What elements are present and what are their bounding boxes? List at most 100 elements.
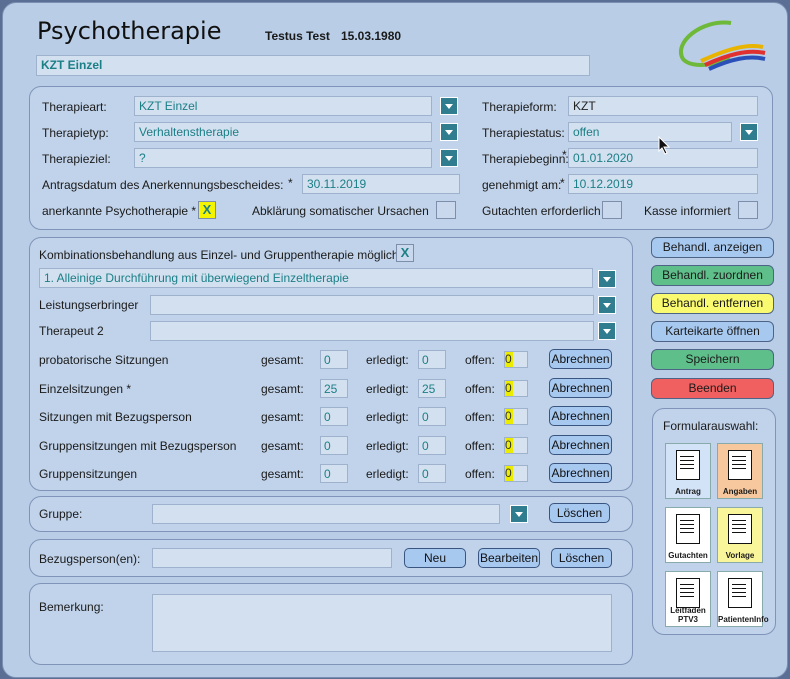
offen-label: offen: — [465, 467, 495, 481]
bemerkung-textarea[interactable] — [152, 594, 612, 652]
offen-field: 0 — [504, 379, 528, 397]
bezugsperson-label: Bezugsperson(en): — [39, 552, 141, 566]
therapietyp-select[interactable]: Verhaltenstherapie — [134, 122, 432, 142]
abklaerung-checkbox[interactable] — [436, 201, 456, 219]
gesamt-label: gesamt: — [261, 353, 304, 367]
bezug-loeschen-button[interactable]: Löschen — [551, 548, 612, 568]
gesamt-field[interactable]: 0 — [320, 435, 348, 455]
abrechnen-button[interactable]: Abrechnen — [549, 349, 612, 369]
gesamt-field[interactable]: 0 — [320, 464, 348, 483]
erledigt-field[interactable]: 25 — [418, 378, 446, 398]
chevron-down-icon[interactable] — [598, 296, 616, 314]
offen-field: 0 — [504, 408, 528, 425]
gruppe-loeschen-button[interactable]: Löschen — [549, 503, 610, 523]
speichern-button[interactable]: Speichern — [651, 349, 774, 370]
formular-title: Formularauswahl: — [663, 419, 759, 433]
form-antrag-icon[interactable]: Antrag — [665, 443, 711, 499]
offen-value: 0 — [505, 380, 513, 396]
antragsdatum-field[interactable]: 30.11.2019 — [302, 174, 460, 194]
form-label: Angaben — [722, 487, 758, 496]
erledigt-label: erledigt: — [366, 381, 409, 396]
beenden-button[interactable]: Beenden — [651, 378, 774, 399]
gesamt-field[interactable]: 25 — [320, 378, 348, 398]
offen-field: 0 — [504, 465, 528, 482]
offen-value: 0 — [505, 409, 513, 424]
patient-name: Testus Test — [265, 29, 330, 43]
behandl-zuordnen-button[interactable]: Behandl. zuordnen — [651, 265, 774, 286]
therapeut2-select[interactable] — [150, 321, 594, 341]
erledigt-field[interactable]: 0 — [418, 464, 446, 483]
offen-value: 0 — [505, 352, 513, 367]
sessions-panel: Kombinationsbehandlung aus Einzel- und G… — [29, 237, 633, 491]
kombi-select[interactable]: 1. Alleinige Durchführung mit überwiegen… — [39, 268, 593, 288]
abrechnen-button[interactable]: Abrechnen — [549, 434, 612, 455]
leistungserbringer-label: Leistungserbringer — [39, 298, 139, 312]
gesamt-label: gesamt: — [261, 467, 304, 481]
karteikarte-button[interactable]: Karteikarte öffnen — [651, 321, 774, 342]
chevron-down-icon[interactable] — [440, 149, 458, 167]
erledigt-field[interactable]: 0 — [418, 435, 446, 455]
form-gutachten-icon[interactable]: Gutachten — [665, 507, 711, 563]
form-angaben-icon[interactable]: Angaben — [717, 443, 763, 499]
gesamt-field[interactable]: 0 — [320, 350, 348, 369]
erledigt-label: erledigt: — [366, 467, 409, 481]
behandl-anzeigen-button[interactable]: Behandl. anzeigen — [651, 237, 774, 258]
chevron-down-icon[interactable] — [510, 505, 528, 523]
abrechnen-button[interactable]: Abrechnen — [549, 463, 612, 483]
neu-button[interactable]: Neu — [404, 548, 466, 568]
anerkannt-label: anerkannte Psychotherapie * — [42, 204, 197, 218]
bemerkung-panel: Bemerkung: — [29, 583, 633, 665]
offen-label: offen: — [465, 353, 495, 367]
erledigt-field[interactable]: 0 — [418, 407, 446, 426]
gruppe-select[interactable] — [152, 504, 500, 524]
offen-value: 0 — [505, 466, 513, 481]
therapieziel-label: Therapieziel: — [42, 152, 111, 166]
therapeut2-label: Therapeut 2 — [39, 324, 104, 338]
main-window: Psychotherapie Testus Test 15.03.1980 KZ… — [2, 2, 788, 678]
therapieart-select[interactable]: KZT Einzel — [134, 96, 432, 116]
chevron-down-icon[interactable] — [598, 322, 616, 340]
therapieziel-select[interactable]: ? — [134, 148, 432, 168]
gesamt-field[interactable]: 0 — [320, 407, 348, 426]
erledigt-label: erledigt: — [366, 353, 409, 367]
gruppe-label: Gruppe: — [39, 507, 83, 521]
abrechnen-button[interactable]: Abrechnen — [549, 377, 612, 398]
gesamt-label: gesamt: — [261, 410, 304, 424]
leistungserbringer-select[interactable] — [150, 295, 594, 315]
gutachten-checkbox[interactable] — [602, 201, 622, 219]
behandl-entfernen-button[interactable]: Behandl. entfernen — [651, 293, 774, 314]
session-row-label: Sitzungen mit Bezugsperson — [39, 410, 192, 424]
chevron-down-icon[interactable] — [440, 123, 458, 141]
therapieform-field: KZT — [568, 96, 758, 116]
erledigt-field[interactable]: 0 — [418, 350, 446, 369]
gutachten-label: Gutachten erforderlich — [482, 204, 601, 218]
kasse-checkbox[interactable] — [738, 201, 758, 219]
kombi-checkbox[interactable]: X — [396, 244, 414, 262]
therapietyp-label: Therapietyp: — [42, 126, 109, 140]
gesamt-label: gesamt: — [261, 438, 304, 453]
erledigt-label: erledigt: — [366, 438, 409, 453]
therapiebeginn-label: Therapiebeginn: — [482, 152, 569, 166]
form-label: Vorlage — [725, 551, 755, 560]
form-vorlage-icon[interactable]: Vorlage — [717, 507, 763, 563]
offen-label: offen: — [465, 438, 495, 453]
chevron-down-icon[interactable] — [740, 123, 758, 141]
bemerkung-label: Bemerkung: — [39, 600, 104, 614]
therapiebeginn-required: * — [562, 148, 567, 162]
chevron-down-icon[interactable] — [440, 97, 458, 115]
genehmigt-field[interactable]: 10.12.2019 — [568, 174, 758, 194]
bezugsperson-field[interactable] — [152, 548, 392, 568]
gesamt-label: gesamt: — [261, 381, 304, 396]
abrechnen-button[interactable]: Abrechnen — [549, 406, 612, 426]
therapy-title-field: KZT Einzel — [36, 55, 590, 76]
offen-field: 0 — [504, 436, 528, 454]
form-patienteninfo-icon[interactable]: PatientenInfo — [717, 571, 769, 627]
therapiestatus-select[interactable]: offen — [568, 122, 732, 142]
bearbeiten-button[interactable]: Bearbeiten — [478, 548, 540, 568]
form-leitfaden-icon[interactable]: Leitfaden PTV3 — [665, 571, 711, 627]
anerkannt-checkbox[interactable]: X — [198, 201, 216, 219]
session-row-label: Gruppensitzungen — [39, 467, 138, 481]
form-label: Antrag — [675, 487, 701, 496]
genehmigt-required: * — [560, 176, 565, 190]
chevron-down-icon[interactable] — [598, 270, 616, 288]
